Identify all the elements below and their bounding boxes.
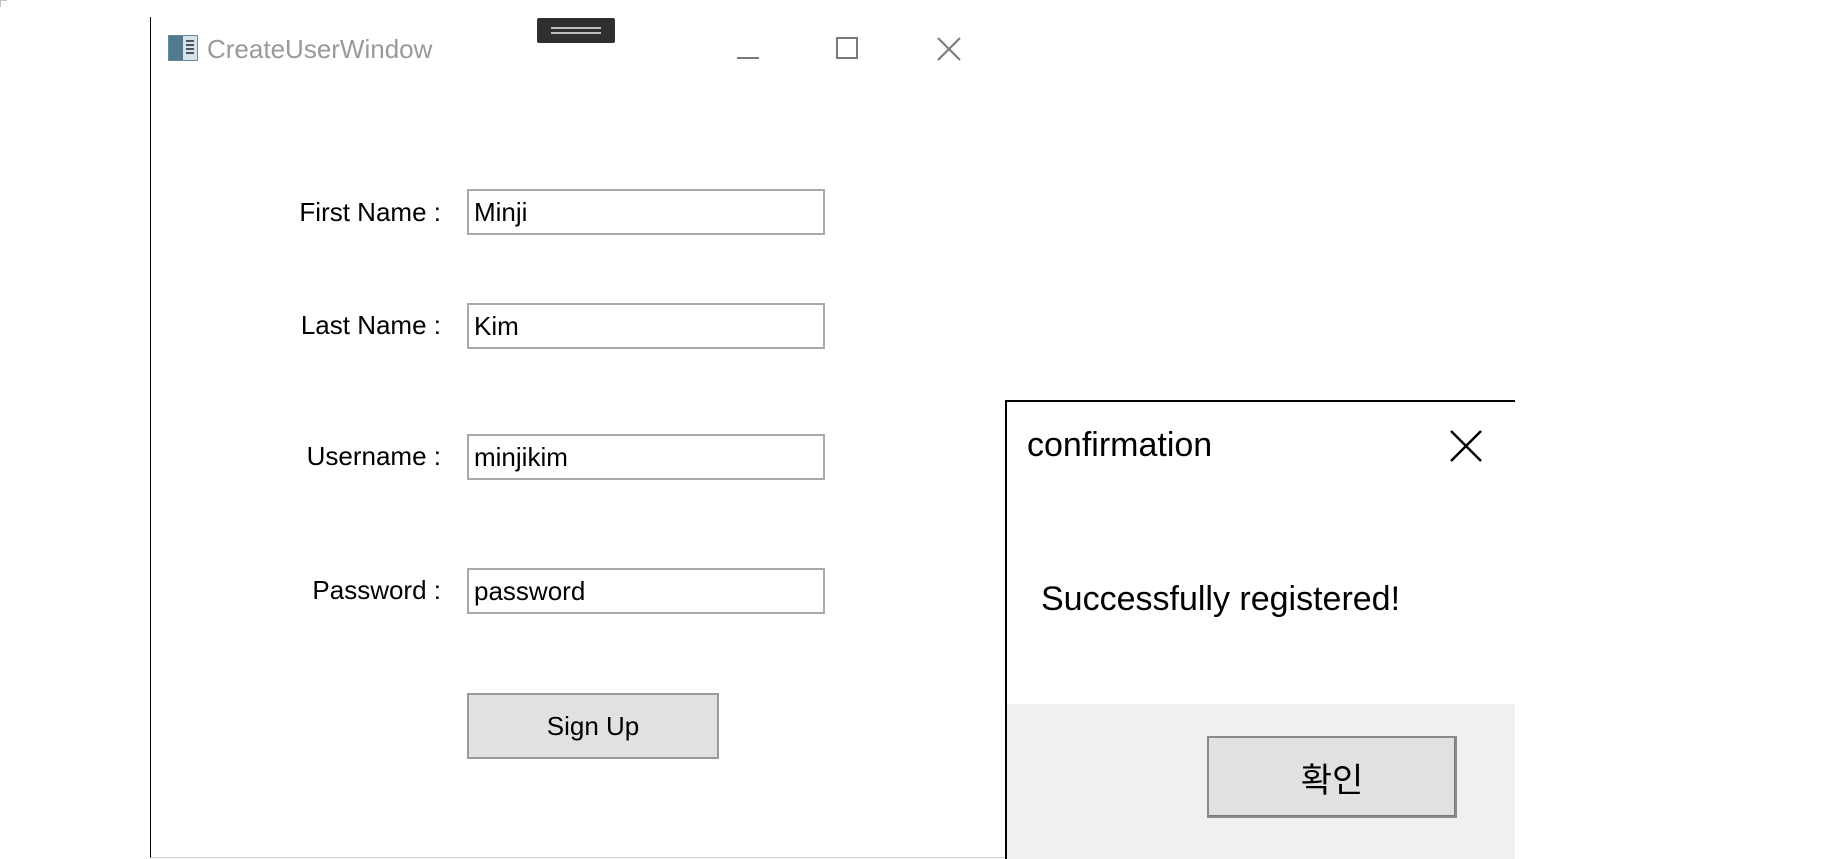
last-name-label: Last Name : (300, 310, 441, 340)
username-label: Username : (306, 441, 441, 471)
drag-grip-icon[interactable] (537, 18, 615, 43)
desktop-corner (0, 0, 7, 7)
password-label: Password : (312, 575, 441, 605)
app-window-icon (168, 35, 198, 61)
dialog-close-button[interactable] (1448, 428, 1484, 464)
maximize-icon (836, 37, 858, 59)
minimize-icon (737, 57, 759, 59)
dialog-title: confirmation (1027, 426, 1213, 464)
window-title: CreateUserWindow (207, 34, 433, 64)
first-name-field[interactable] (467, 189, 825, 235)
first-name-label: First Name : (299, 197, 441, 227)
dialog-footer: 확인 (1007, 704, 1515, 859)
close-icon (937, 37, 961, 61)
confirmation-dialog: confirmation Successfully registered! 확인 (1005, 400, 1515, 859)
window-close-button[interactable] (927, 33, 967, 63)
minimize-button[interactable] (728, 43, 768, 73)
username-field[interactable] (467, 434, 825, 480)
sign-up-button[interactable]: Sign Up (467, 693, 719, 759)
password-field[interactable] (467, 568, 825, 614)
ok-button[interactable]: 확인 (1207, 736, 1457, 818)
dialog-message: Successfully registered! (1041, 580, 1401, 618)
maximize-button[interactable] (827, 33, 867, 63)
close-icon (1450, 430, 1482, 462)
last-name-field[interactable] (467, 303, 825, 349)
